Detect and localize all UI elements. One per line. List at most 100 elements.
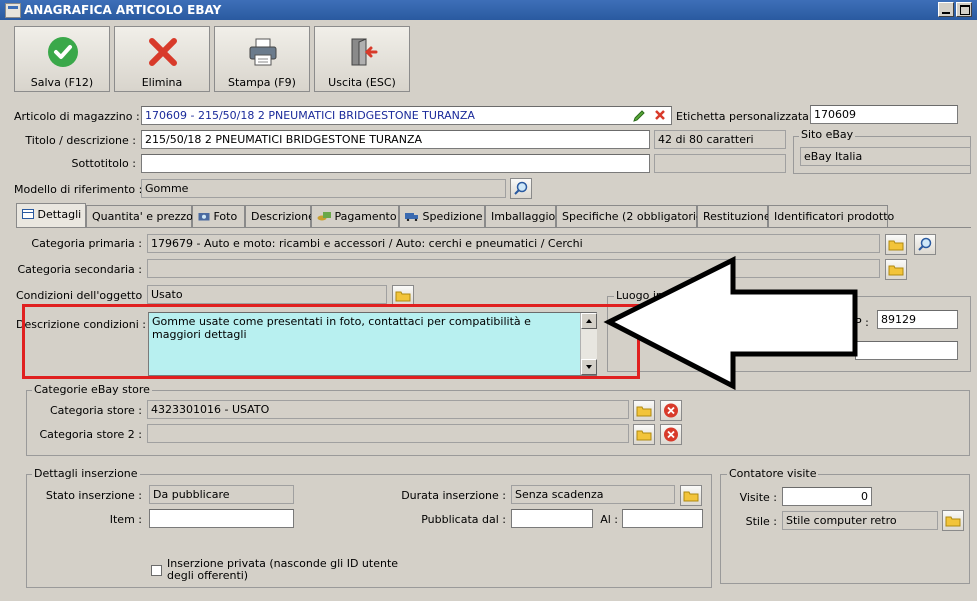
- durata-folder-button[interactable]: [680, 485, 702, 506]
- stile-folder-button[interactable]: [942, 510, 964, 531]
- inserzione-title: Dettagli inserzione: [32, 467, 140, 480]
- cat-primaria-field[interactable]: 179679 - Auto e moto: ricambi e accessor…: [147, 234, 880, 253]
- exit-door-icon: [351, 38, 378, 66]
- tab-dettagli-label: Dettagli: [37, 208, 82, 221]
- cap-field[interactable]: 89129: [877, 310, 958, 329]
- delete-button[interactable]: Elimina: [114, 26, 210, 92]
- etichetta-field[interactable]: 170609: [810, 105, 958, 124]
- tab-foto[interactable]: Foto: [192, 205, 245, 227]
- title-bar: ANAGRAFICA ARTICOLO EBAY: [0, 0, 977, 20]
- sottotitolo-field[interactable]: [141, 154, 650, 173]
- sito-ebay-field[interactable]: eBay Italia: [800, 147, 971, 166]
- magnifier-icon: [514, 181, 528, 195]
- sottotitolo-counter: [654, 154, 786, 173]
- tab-quantita-label: Quantita' e prezzo: [92, 210, 193, 223]
- exit-button-label: Uscita (ESC): [328, 76, 396, 89]
- cat-primaria-search-button[interactable]: [914, 234, 936, 255]
- clear-x-icon[interactable]: [654, 109, 666, 121]
- stile-field[interactable]: Stile computer retro: [782, 511, 938, 530]
- stato-field[interactable]: Da pubblicare: [149, 485, 294, 504]
- articolo-field[interactable]: 170609 - 215/50/18 2 PNEUMATICI BRIDGEST…: [141, 106, 672, 125]
- tab-spedizione[interactable]: Spedizione: [399, 205, 485, 227]
- cat-store2-label: Categoria store 2 :: [39, 428, 142, 441]
- folder-icon: [636, 406, 652, 417]
- tab-specifiche[interactable]: Specifiche (2 obbligatorie): [556, 205, 707, 227]
- cat-store-label: Categoria store :: [49, 404, 142, 417]
- maximize-button[interactable]: [956, 2, 972, 17]
- delete-x-icon: [149, 38, 177, 66]
- tab-spedizione-label: Spedizione: [422, 210, 483, 223]
- titolo-field[interactable]: 215/50/18 2 PNEUMATICI BRIDGESTONE TURAN…: [141, 130, 650, 149]
- cat-store2-folder-button[interactable]: [633, 424, 655, 445]
- tab-pagamento-label: Pagamento: [334, 210, 397, 223]
- visite-field[interactable]: 0: [782, 487, 872, 506]
- al-field[interactable]: [622, 509, 703, 528]
- stile-label: Stile :: [745, 515, 777, 528]
- tab-imballaggio-label: Imballaggio: [491, 210, 556, 223]
- tab-restituzione[interactable]: Restituzione: [697, 205, 771, 227]
- tab-dettagli[interactable]: Dettagli: [16, 203, 86, 228]
- cat-secondaria-label: Categoria secondaria :: [17, 263, 142, 276]
- condizioni-label: Condizioni dell'oggetto :: [16, 289, 150, 302]
- tab-foto-label: Foto: [213, 210, 238, 223]
- cat-store-clear-button[interactable]: [660, 400, 682, 421]
- pubblicata-field[interactable]: [511, 509, 593, 528]
- tab-imballaggio[interactable]: Imballaggio: [485, 205, 556, 227]
- etichetta-label: Etichetta personalizzata :: [676, 110, 817, 123]
- printer-icon: [249, 38, 277, 66]
- condizioni-folder-button[interactable]: [392, 285, 414, 306]
- print-button-label: Stampa (F9): [228, 76, 296, 89]
- privata-label: Inserzione privata (nasconde gli ID uten…: [167, 557, 399, 582]
- table-icon: [22, 209, 34, 219]
- folder-icon: [945, 516, 961, 527]
- clear-circle-icon: [664, 403, 678, 418]
- modello-search-button[interactable]: [510, 178, 532, 199]
- tab-quantita[interactable]: Quantita' e prezzo: [86, 205, 193, 227]
- titolo-label: Titolo / descrizione :: [25, 134, 136, 147]
- cat-secondaria-folder-button[interactable]: [885, 259, 907, 280]
- cat-primaria-label: Categoria primaria :: [31, 237, 142, 250]
- exit-button[interactable]: Uscita (ESC): [314, 26, 410, 92]
- stato-label: Stato inserzione :: [45, 489, 142, 502]
- folder-icon: [888, 240, 904, 251]
- tab-descrizione[interactable]: Descrizione: [245, 205, 315, 227]
- cat-store-field[interactable]: 4323301016 - USATO: [147, 400, 629, 419]
- minimize-button[interactable]: [938, 2, 954, 17]
- tab-restituzione-label: Restituzione: [703, 210, 771, 223]
- condizioni-field[interactable]: Usato: [147, 285, 387, 304]
- folder-icon: [395, 291, 411, 302]
- modello-label: Modello di riferimento :: [14, 183, 143, 196]
- al-label: Al :: [600, 513, 618, 526]
- privata-checkbox[interactable]: [151, 565, 162, 576]
- contatore-title: Contatore visite: [727, 467, 819, 480]
- print-button[interactable]: Stampa (F9): [214, 26, 310, 92]
- save-button[interactable]: Salva (F12): [14, 26, 110, 92]
- cat-store2-field[interactable]: [147, 424, 629, 443]
- sottotitolo-label: Sottotitolo :: [71, 157, 136, 170]
- window-icon: [5, 3, 21, 18]
- store-title: Categorie eBay store: [32, 383, 152, 396]
- durata-field[interactable]: Senza scadenza: [511, 485, 675, 504]
- delete-button-label: Elimina: [141, 76, 183, 89]
- pencil-icon[interactable]: [632, 109, 646, 123]
- cat-store2-clear-button[interactable]: [660, 424, 682, 445]
- cat-store-folder-button[interactable]: [633, 400, 655, 421]
- tab-specifiche-label: Specifiche (2 obbligatorie): [562, 210, 708, 223]
- folder-icon: [683, 491, 699, 502]
- modello-field[interactable]: Gomme: [141, 179, 506, 198]
- item-field[interactable]: [149, 509, 294, 528]
- magnifier-icon: [918, 237, 932, 251]
- tab-pagamento[interactable]: Pagamento: [311, 205, 399, 227]
- cat-primaria-folder-button[interactable]: [885, 234, 907, 255]
- tab-identificatori[interactable]: Identificatori prodotto: [768, 205, 894, 227]
- durata-label: Durata inserzione :: [401, 489, 506, 502]
- annotation-arrow-icon: [603, 256, 858, 390]
- luogo-field[interactable]: [855, 341, 958, 360]
- sito-ebay-title: Sito eBay: [799, 128, 856, 141]
- articolo-label: Articolo di magazzino :: [14, 110, 140, 123]
- clear-circle-icon: [664, 427, 678, 442]
- window-title: ANAGRAFICA ARTICOLO EBAY: [24, 3, 222, 17]
- camera-icon: [198, 213, 210, 221]
- tab-descrizione-label: Descrizione: [251, 210, 315, 223]
- tab-identificatori-label: Identificatori prodotto: [774, 210, 895, 223]
